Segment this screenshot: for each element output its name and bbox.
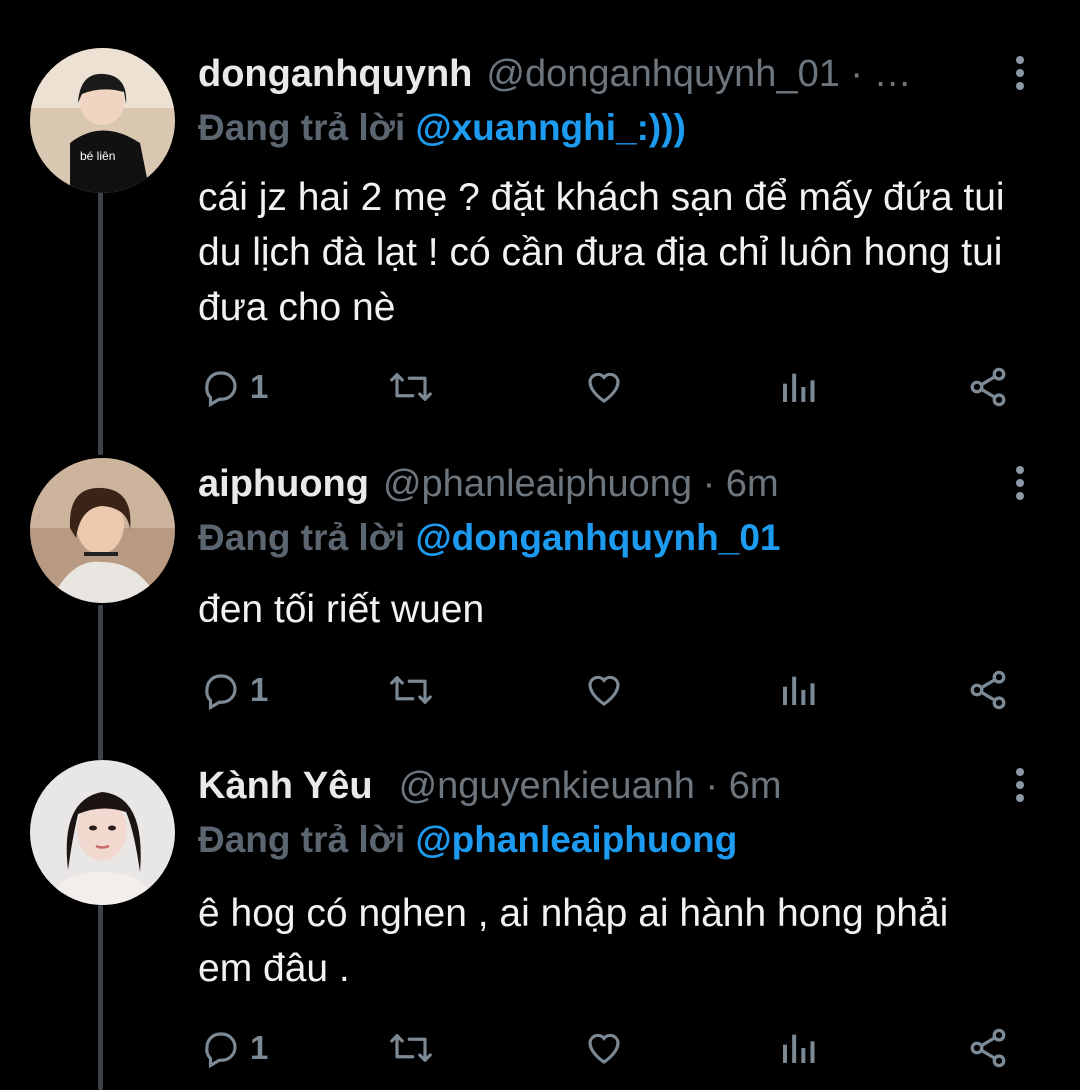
tweet-header: Kành Yêu @nguyenkieuanh · 6m: [198, 760, 990, 812]
reply-count: 1: [250, 1029, 269, 1066]
analytics-button[interactable]: [778, 1023, 818, 1073]
share-icon: [970, 1028, 1006, 1068]
tweet-text: ê hog có nghen , ai nhập ai hành hong ph…: [198, 892, 949, 990]
action-bar: 1: [0, 362, 1080, 412]
mention-link[interactable]: @phanleaiphuong: [416, 819, 738, 860]
tweet-text: cái jz hai 2 mẹ ? đặt khách sạn để mấy đ…: [198, 176, 1005, 329]
reply-count: 1: [250, 671, 269, 708]
reply-count: 1: [250, 368, 269, 405]
like-button[interactable]: [582, 1023, 626, 1073]
replying-to: Đang trả lời @xuannghi_:))): [198, 102, 686, 154]
tweet[interactable]: aiphuong @phanleaiphuong · 6m Đang trả lờ…: [0, 458, 1080, 758]
display-name[interactable]: Kành Yêu: [198, 765, 373, 807]
action-bar: 1: [0, 1023, 1080, 1073]
retweet-icon: [390, 676, 432, 704]
reply-button[interactable]: 1: [200, 665, 268, 715]
mention-link[interactable]: @donganhquynh_01: [416, 517, 781, 558]
analytics-icon: [783, 676, 815, 705]
replying-label: Đang trả lời: [198, 107, 406, 148]
reply-icon: [205, 1032, 237, 1069]
share-button[interactable]: [966, 1023, 1010, 1073]
heart-icon: [588, 675, 620, 706]
handle[interactable]: @donganhquynh_01 · …: [486, 53, 911, 95]
reply-icon: [205, 674, 237, 711]
replying-label: Đang trả lời: [198, 517, 406, 558]
more-vertical-icon[interactable]: [1000, 54, 1040, 94]
more-vertical-icon[interactable]: [1000, 766, 1040, 806]
analytics-button[interactable]: [778, 362, 818, 412]
tweet-text: đen tối riết wuen: [198, 588, 485, 631]
handle[interactable]: @phanleaiphuong · 6m: [383, 463, 779, 505]
like-button[interactable]: [582, 665, 626, 715]
reply-button[interactable]: 1: [200, 362, 268, 412]
tweet[interactable]: Kành Yêu @nguyenkieuanh · 6m Đang trả lời…: [0, 760, 1080, 1090]
avatar[interactable]: [30, 760, 175, 905]
avatar[interactable]: [30, 458, 175, 603]
like-button[interactable]: [582, 362, 626, 412]
action-bar: 1: [0, 665, 1080, 715]
retweet-button[interactable]: [388, 665, 434, 715]
reply-icon: [205, 371, 237, 408]
replying-to: Đang trả lời @donganhquynh_01: [198, 512, 781, 564]
handle[interactable]: @nguyenkieuanh · 6m: [399, 765, 782, 807]
more-vertical-icon[interactable]: [1000, 464, 1040, 504]
share-button[interactable]: [966, 665, 1010, 715]
heart-icon: [588, 1033, 620, 1064]
analytics-button[interactable]: [778, 665, 818, 715]
share-icon: [970, 367, 1006, 407]
retweet-button[interactable]: [388, 1023, 434, 1073]
reply-button[interactable]: 1: [200, 1023, 268, 1073]
heart-icon: [588, 372, 620, 403]
analytics-icon: [783, 1034, 815, 1063]
tweet-header: donganhquynh @donganhquynh_01 · …: [198, 48, 990, 100]
retweet-button[interactable]: [388, 362, 434, 412]
retweet-icon: [390, 373, 432, 401]
retweet-icon: [390, 1034, 432, 1062]
replying-label: Đang trả lời: [198, 819, 406, 860]
tweet-header: aiphuong @phanleaiphuong · 6m: [198, 458, 990, 510]
display-name[interactable]: donganhquynh: [198, 53, 472, 95]
replying-to: Đang trả lời @phanleaiphuong: [198, 814, 737, 866]
share-button[interactable]: [966, 362, 1010, 412]
display-name[interactable]: aiphuong: [198, 463, 369, 505]
analytics-icon: [783, 373, 815, 402]
tweet[interactable]: bé liên donganhquynh @donganhquynh_01 · ……: [0, 48, 1080, 428]
mention-link[interactable]: @xuannghi_:))): [416, 107, 686, 148]
share-icon: [970, 670, 1006, 710]
avatar[interactable]: bé liên: [30, 48, 175, 193]
avatar-shirt-text: bé liên: [80, 149, 115, 163]
